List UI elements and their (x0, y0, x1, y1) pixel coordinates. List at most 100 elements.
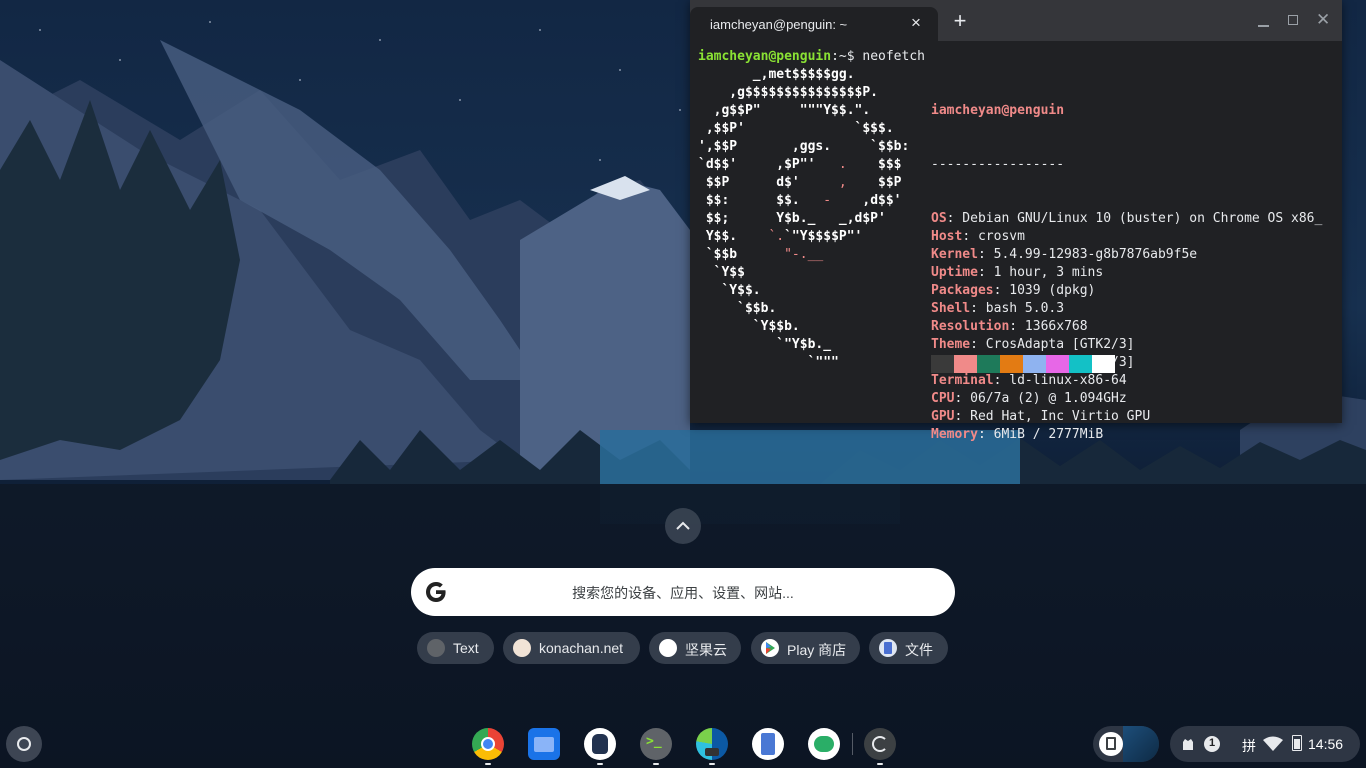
expand-launcher-button[interactable] (665, 508, 701, 544)
color-swatch (931, 355, 954, 373)
ascii-line: `"Y$b._ (698, 337, 832, 352)
ascii-line: `Y$$. (698, 283, 761, 298)
info-value: : ld-linux-x86-64 (993, 373, 1127, 388)
chevron-up-icon (676, 521, 690, 530)
terminal-tab[interactable]: iamcheyan@penguin: ~ × (690, 7, 938, 41)
info-line: Kernel: 5.4.99-12983-g8b7876ab9f5e (931, 246, 1322, 264)
color-palette (931, 355, 1115, 373)
files-doc-icon (879, 639, 897, 657)
ascii-line: Y$$. `.`"Y$$$$P"' (698, 229, 863, 244)
debian-ascii-logo: _,met$$$$$gg. ,g$$$$$$$$$$$$$$$P. ,g$$P"… (698, 66, 909, 372)
info-value: : 1366x768 (1009, 319, 1088, 334)
info-key: Kernel (931, 247, 978, 262)
chip-konachan[interactable]: konachan.net (503, 632, 640, 664)
chip-jianguoyun[interactable]: 坚果云 (649, 632, 741, 664)
info-value: : CrosAdapta [GTK2/3] (970, 337, 1135, 352)
notification-count: 1 (1208, 737, 1216, 749)
info-line: Memory: 6MiB / 2777MiB (931, 426, 1322, 444)
running-indicator (653, 763, 659, 765)
running-indicator (485, 763, 491, 765)
new-tab-button[interactable]: + (950, 10, 970, 32)
prompt-line: iamcheyan@penguin:~$ neofetch (698, 48, 925, 66)
clock-time: 14:56 (1308, 736, 1344, 752)
ascii-line: $$: $$. - ,d$$' (698, 193, 902, 208)
chip-label: 坚果云 (685, 642, 727, 658)
color-swatch (954, 355, 977, 373)
tab-title: iamcheyan@penguin: ~ (710, 17, 848, 32)
ascii-line: `$$b. (698, 301, 777, 316)
chip-label: 文件 (905, 642, 933, 658)
play-store-icon (761, 639, 779, 657)
info-key: Terminal (931, 373, 994, 388)
info-key: Theme (931, 337, 971, 352)
info-line: CPU: 06/7a (2) @ 1.094GHz (931, 390, 1322, 408)
info-line: Uptime: 1 hour, 3 mins (931, 264, 1322, 282)
color-swatch (1092, 355, 1115, 373)
info-separator: ----------------- (931, 157, 1065, 172)
ascii-line: `Y$$b. (698, 319, 800, 334)
info-line: Shell: bash 5.0.3 (931, 300, 1322, 318)
info-value: : 6MiB / 2777MiB (977, 427, 1104, 442)
info-value: : bash 5.0.3 (970, 301, 1065, 316)
prompt-path: :~$ (831, 49, 863, 64)
penguin-notification-icon (1180, 736, 1196, 752)
tab-close-icon[interactable]: × (908, 14, 924, 31)
info-key: Shell (931, 301, 971, 316)
ascii-line: `d$$' ,$P"' . $$$ (698, 157, 902, 172)
info-key: GPU (931, 409, 955, 424)
system-info: iamcheyan@penguin ----------------- OS: … (931, 66, 1322, 480)
terminal-icon[interactable]: >_ (640, 728, 672, 760)
ascii-line: `""" (698, 355, 839, 370)
files-icon[interactable] (528, 728, 560, 760)
edge-dev-icon[interactable] (696, 728, 728, 760)
ascii-line: _,met$$$$$gg. (698, 67, 855, 82)
info-line: OS: Debian GNU/Linux 10 (buster) on Chro… (931, 210, 1322, 228)
launcher-button[interactable] (6, 726, 42, 762)
close-icon[interactable]: ✕ (1316, 11, 1334, 30)
holding-space-tray[interactable] (1093, 726, 1159, 762)
terminal-window[interactable]: iamcheyan@penguin: ~ × + ✕ iamcheyan@pen… (690, 0, 1342, 442)
terminal-output[interactable]: iamcheyan@penguin:~$ neofetch _,met$$$$$… (698, 48, 1338, 442)
running-indicator (877, 763, 883, 765)
settings-icon[interactable] (864, 728, 896, 760)
ascii-line: ,$$P' `$$$. (698, 121, 894, 136)
ascii-line: $$; Y$b._ _,d$P' (698, 211, 886, 226)
ascii-line: `Y$$ (698, 265, 745, 280)
text-app-icon (427, 639, 445, 657)
minimize-icon[interactable] (1255, 12, 1273, 30)
info-line: Theme: CrosAdapta [GTK2/3] (931, 336, 1322, 354)
color-swatch (977, 355, 1000, 373)
info-line: Host: crosvm (931, 228, 1322, 246)
info-key: Resolution (931, 319, 1010, 334)
chip-label: Play 商店 (787, 642, 847, 658)
color-swatch (1023, 355, 1046, 373)
maximize-icon[interactable] (1284, 12, 1302, 30)
wechat-icon[interactable] (808, 728, 840, 760)
info-key: OS (931, 211, 947, 226)
info-value: : 1 hour, 3 mins (977, 265, 1104, 280)
ascii-line: ',$$P ,ggs. `$$b: (698, 139, 910, 154)
info-value: : Red Hat, Inc Virtio GPU (954, 409, 1151, 424)
running-indicator (597, 763, 603, 765)
info-value: : 5.4.99-12983-g8b7876ab9f5e (977, 247, 1198, 262)
docs-icon[interactable] (752, 728, 784, 760)
shelf-divider (852, 733, 853, 755)
terminal-titlebar[interactable]: iamcheyan@penguin: ~ × + ✕ (690, 0, 1342, 41)
chip-text[interactable]: Text (417, 632, 494, 664)
chip-label: konachan.net (539, 640, 624, 656)
konachan-site-icon (513, 639, 531, 657)
color-swatch (1000, 355, 1023, 373)
info-value: : crosvm (962, 229, 1025, 244)
launcher-search-box[interactable]: 搜索您的设备、应用、设置、网站... (411, 568, 955, 616)
running-indicator (709, 763, 715, 765)
info-key: Packages (931, 283, 994, 298)
chip-play-store[interactable]: Play 商店 (751, 632, 860, 664)
battery-icon (1292, 735, 1302, 751)
ascii-line: `$$b "-.__ (698, 247, 824, 262)
penguin-icon[interactable] (584, 728, 616, 760)
chrome-icon[interactable] (472, 728, 504, 760)
file-icon (1099, 732, 1123, 756)
status-tray[interactable]: 1 拼 14:56 (1170, 726, 1360, 762)
chip-files[interactable]: 文件 (869, 632, 948, 664)
command-text: neofetch (862, 49, 925, 64)
